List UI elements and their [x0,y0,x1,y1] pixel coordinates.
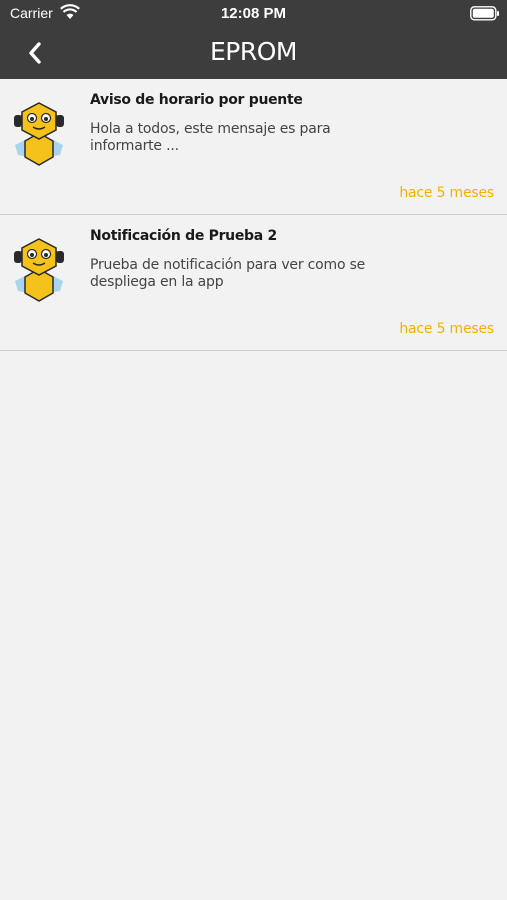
status-time: 12:08 PM [220,5,287,22]
bee-robot-mascot-icon [14,102,64,166]
page-title: EPROM [210,37,298,66]
notification-time: hace 5 meses [399,185,494,201]
notification-item[interactable]: Aviso de horario por puente Hola a todos… [0,79,507,215]
app-header: Carrier 12:08 PM EPROM [0,0,507,79]
battery-icon [470,6,499,21]
notification-list: Aviso de horario por puente Hola a todos… [0,79,507,351]
status-bar: Carrier 12:08 PM [0,0,507,28]
notification-title: Aviso de horario por puente [90,92,303,108]
bee-robot-mascot-icon [14,238,64,302]
notification-body: Prueba de notificación para ver como se … [90,257,366,290]
notification-item[interactable]: Notificación de Prueba 2 Prueba de notif… [0,215,507,351]
notification-body: Hola a todos, este mensaje es para infor… [90,121,331,154]
notification-title: Notificación de Prueba 2 [90,228,277,244]
notification-time: hace 5 meses [399,321,494,337]
